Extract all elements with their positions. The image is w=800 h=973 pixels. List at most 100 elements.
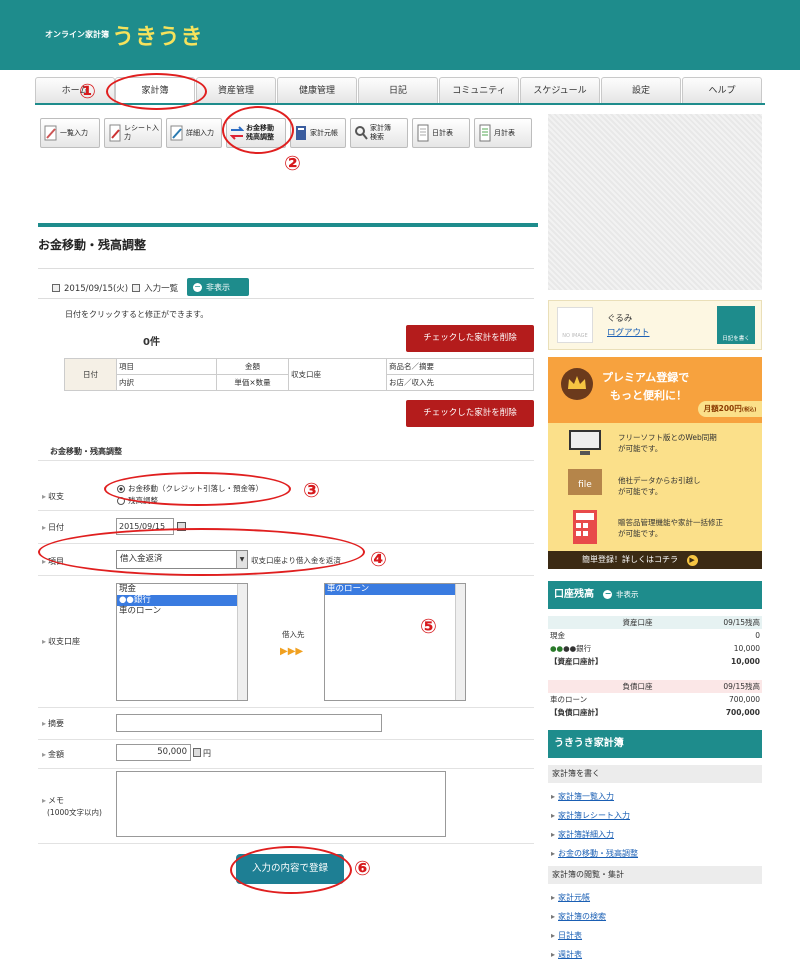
annotation-number-4: ④ xyxy=(370,547,387,571)
logout-link[interactable]: ログアウト xyxy=(607,326,650,338)
toolbar-detail-input-button[interactable]: 詳細入力 xyxy=(166,118,222,148)
price-note: (税込) xyxy=(741,407,757,413)
tab-home[interactable]: ホーム xyxy=(35,77,115,104)
amount-input[interactable]: 50,000 xyxy=(116,744,191,761)
summary-input[interactable] xyxy=(116,714,382,732)
list-item[interactable]: 現金 xyxy=(117,584,247,595)
premium-cta[interactable]: 簡単登録！詳しくはコチラ ▶ xyxy=(548,551,762,569)
avatar: NO IMAGE xyxy=(557,307,593,343)
from-account-list[interactable]: 現金 ●●銀行 車のローン xyxy=(116,583,248,701)
tab-health[interactable]: 健康管理 xyxy=(277,77,357,104)
divider xyxy=(38,460,534,461)
calculator-icon[interactable] xyxy=(193,748,201,757)
toolbar-label: 一覧入力 xyxy=(60,128,88,137)
date-label: 日付 xyxy=(42,522,64,533)
annotation-number-2: ② xyxy=(284,151,301,175)
annotation-oval-2 xyxy=(222,106,294,154)
to-account-list[interactable]: 車のローン xyxy=(324,583,466,701)
tab-assets[interactable]: 資産管理 xyxy=(196,77,276,104)
divider xyxy=(38,298,534,299)
sidebar-link-money-move[interactable]: お金の移動・残高調整 xyxy=(551,848,638,859)
list-item-selected[interactable]: ●●銀行 xyxy=(117,595,237,606)
col-amount: 金額 xyxy=(216,358,289,375)
toolbar-ledger-button[interactable]: 家計元帳 xyxy=(290,118,346,148)
premium-banner[interactable]: プレミアム登録で もっと便利に！ 月額200円(税込) フリーソフト版とのWeb… xyxy=(548,357,762,569)
tab-diary[interactable]: 日記 xyxy=(358,77,438,104)
tab-label: スケジュール xyxy=(533,86,587,96)
type-label: 収支 xyxy=(42,491,64,502)
divider xyxy=(38,707,534,708)
memo-label: メモ xyxy=(42,795,64,806)
tab-label: ヘルプ xyxy=(708,86,736,96)
asset-total-label: 【資産口座計】 xyxy=(550,657,603,666)
asset-total-value: 10,000 xyxy=(731,657,760,666)
user-box: NO IMAGE ぐるみ ログアウト 日記を書く xyxy=(548,300,762,350)
annotation-oval-4 xyxy=(38,528,365,576)
list-item-selected[interactable]: 車のローン xyxy=(325,584,455,595)
avatar-placeholder: NO IMAGE xyxy=(562,333,588,339)
toolbar-label: 家計簿 検索 xyxy=(370,124,391,141)
col-product: 商品名／摘要 xyxy=(386,358,534,375)
toolbar-search-button[interactable]: 家計簿 検索 xyxy=(350,118,408,148)
date-link[interactable]: 2015/09/15(火) xyxy=(64,282,128,294)
memo-textarea[interactable] xyxy=(116,771,446,837)
sidebar-link-weekly[interactable]: 週計表 xyxy=(551,949,582,960)
file-icon-text: file xyxy=(578,480,592,490)
sidebar-link-ledger[interactable]: 家計元帳 xyxy=(551,892,590,903)
scrollbar[interactable] xyxy=(237,584,247,700)
memo-note: (1000文字以内) xyxy=(47,808,102,817)
divider xyxy=(38,843,534,844)
balance-title: 口座残高 xyxy=(554,589,594,600)
book-icon xyxy=(296,126,306,140)
minus-icon[interactable]: − xyxy=(603,589,613,599)
tab-settings[interactable]: 設定 xyxy=(601,77,681,104)
toolbar-label: 月計表 xyxy=(494,128,515,137)
sidebar-link-search[interactable]: 家計簿の検索 xyxy=(551,911,606,922)
feature-text: 他社データからお引越し xyxy=(618,476,701,485)
ad-area xyxy=(548,114,762,290)
scrollbar[interactable] xyxy=(455,584,465,700)
toolbar-list-input-button[interactable]: 一覧入力 xyxy=(40,118,100,148)
transfer-arrow-icon: ▶▶▶ xyxy=(280,646,304,657)
amount-unit: 円 xyxy=(203,749,211,758)
delete-checked-button-bottom[interactable]: チェックした家計を削除 xyxy=(406,400,534,427)
tab-schedule[interactable]: スケジュール xyxy=(520,77,600,104)
list-item[interactable]: 車のローン xyxy=(117,606,247,617)
tab-label: コミュニティ xyxy=(452,86,506,96)
premium-price: 月額200円(税込) xyxy=(698,401,762,417)
annotation-oval-6 xyxy=(230,846,352,894)
date-bar: 2015/09/15(火) 入力一覧 xyxy=(52,282,178,294)
sidebar-link-daily[interactable]: 日計表 xyxy=(551,930,582,941)
sidebar-link-detail-input[interactable]: 家計簿詳細入力 xyxy=(551,829,614,840)
list-link[interactable]: 入力一覧 xyxy=(144,282,178,294)
divider xyxy=(38,510,534,511)
delete-checked-button[interactable]: チェックした家計を削除 xyxy=(406,325,534,352)
write-diary-button[interactable]: 日記を書く xyxy=(717,306,755,344)
premium-feature-2: 他社データからお引越し が可能です。 xyxy=(618,475,701,497)
hide-list-button[interactable]: − 非表示 xyxy=(187,278,249,296)
divider xyxy=(38,268,534,269)
site-logo[interactable]: うきうき xyxy=(112,19,204,51)
sheet-icon xyxy=(417,124,429,142)
tab-label: 設定 xyxy=(631,86,650,96)
tab-help[interactable]: ヘルプ xyxy=(682,77,762,104)
sidebar-link-list-input[interactable]: 家計簿一覧入力 xyxy=(551,791,614,802)
balance-hide-link[interactable]: 非表示 xyxy=(616,590,639,599)
tab-community[interactable]: コミュニティ xyxy=(439,77,519,104)
col-unit: 単価×数量 xyxy=(216,374,289,391)
col-subitem: 内訳 xyxy=(116,374,217,391)
feature-text: フリーソフト版とのWeb同期 xyxy=(618,433,717,442)
summary-label: 摘要 xyxy=(42,718,64,729)
feature-text: 贈答品管理機能や家計一括修正 xyxy=(618,518,723,527)
user-name: ぐるみ xyxy=(607,314,633,324)
page-title: お金移動・残高調整 xyxy=(38,238,147,252)
asset-name: 現金 xyxy=(550,631,565,640)
entry-table: 日付 項目 金額 収支口座 商品名／摘要 内訳 単価×数量 お店／収入先 xyxy=(64,358,534,391)
toolbar-monthly-button[interactable]: 月計表 xyxy=(474,118,532,148)
sidebar-link-receipt-input[interactable]: 家計簿レシート入力 xyxy=(551,810,630,821)
col-account: 収支口座 xyxy=(288,358,387,391)
asset-value: 0 xyxy=(755,631,760,640)
toolbar-receipt-input-button[interactable]: レシート入力 xyxy=(104,118,162,148)
toolbar-daily-button[interactable]: 日計表 xyxy=(412,118,470,148)
account-label: 収支口座 xyxy=(42,636,80,647)
